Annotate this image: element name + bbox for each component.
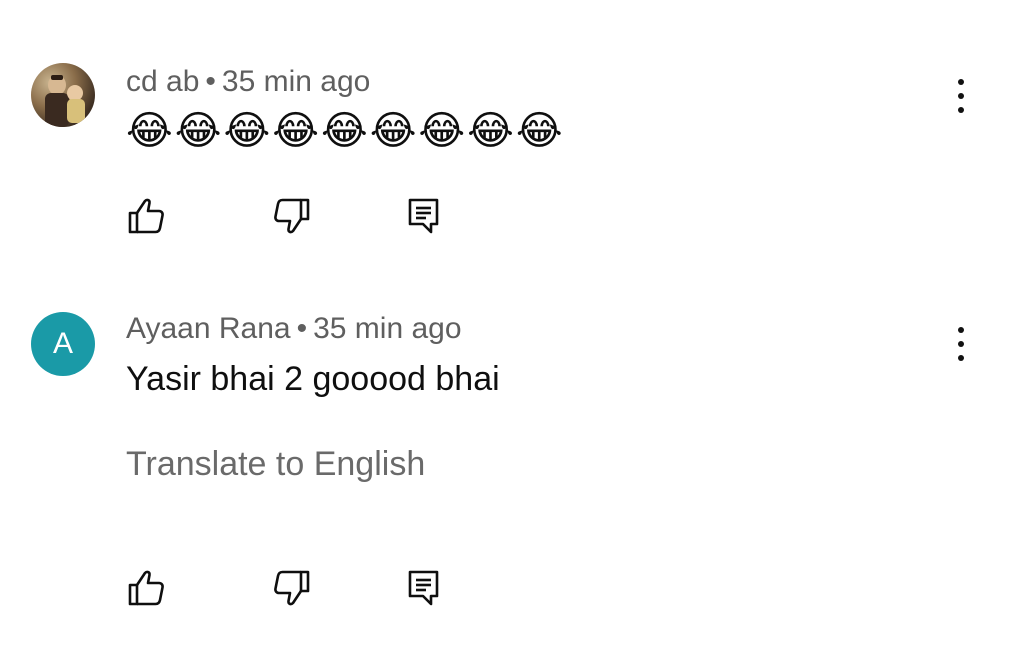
comment-item: cd ab • 35 min ago 😂😂😂😂😂😂😂😂😂 [0,0,1024,280]
timestamp: 35 min ago [313,312,462,345]
thumbs-up-icon [128,570,164,606]
comment-text: 😂😂😂😂😂😂😂😂😂 [126,109,565,153]
reply-icon [408,570,439,606]
thumbs-down-icon [274,198,310,234]
more-vert-icon[interactable] [945,324,977,364]
comment-text: Yasir bhai 2 gooood bhai [126,360,500,398]
reply-icon [408,198,439,234]
timestamp: 35 min ago [221,65,371,98]
thumbs-down-icon [274,570,310,606]
meta-separator: • [205,65,216,98]
reply-button[interactable] [404,196,444,236]
dislike-button[interactable] [272,568,312,608]
avatar[interactable] [31,63,95,127]
meta-separator: • [296,312,308,345]
comment-item: A Ayaan Rana • 35 min ago Yasir bhai 2 goo… [0,280,1024,668]
comment-meta: cd ab • 35 min ago [126,65,370,99]
dislike-button[interactable] [272,196,312,236]
avatar-letter: A [52,327,73,360]
translate-link[interactable]: Translate to English [126,445,425,484]
comment-meta: Ayaan Rana • 35 min ago [126,312,462,346]
avatar[interactable]: A [31,312,95,376]
author-name[interactable]: Ayaan Rana [126,312,291,345]
like-button[interactable] [126,196,166,236]
author-name[interactable]: cd ab [126,65,199,98]
reply-button[interactable] [404,568,444,608]
more-vert-icon[interactable] [945,76,977,116]
thumbs-up-icon [128,198,164,234]
like-button[interactable] [126,568,166,608]
avatar-photo-image [45,75,85,127]
